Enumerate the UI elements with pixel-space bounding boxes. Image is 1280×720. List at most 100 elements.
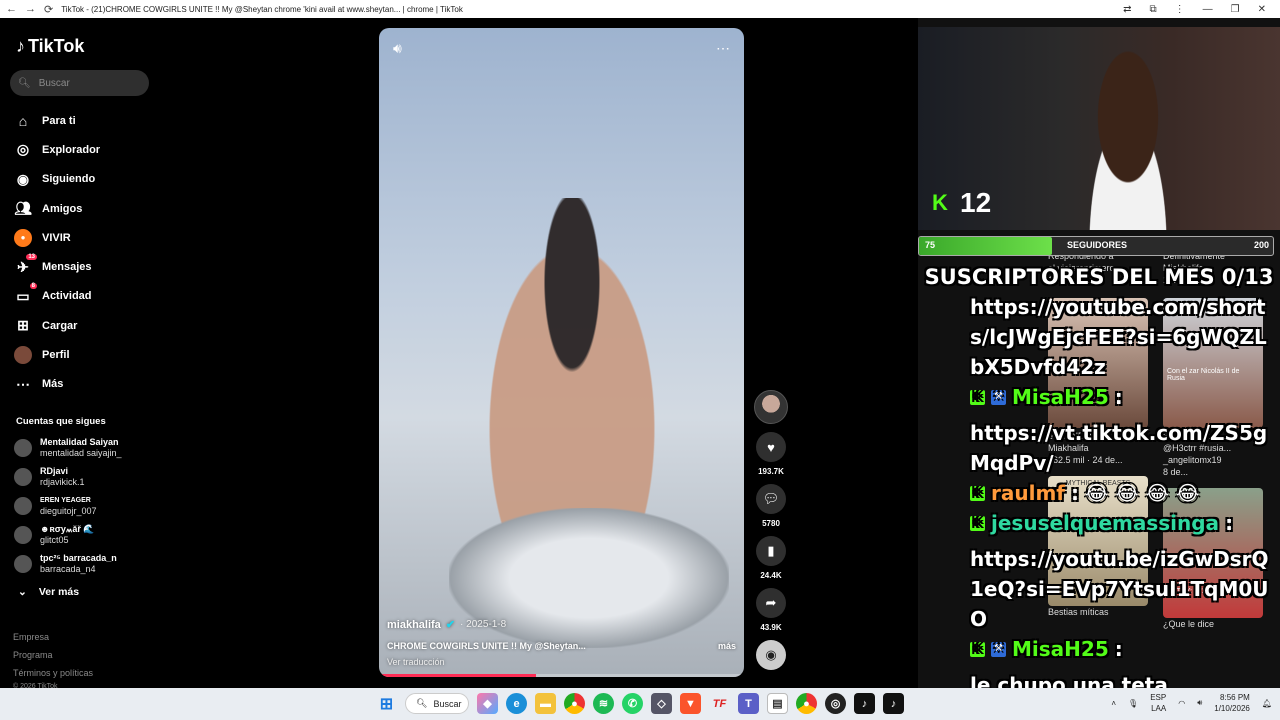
search-icon: 🔍︎ [416, 698, 428, 708]
video-progress-fill [379, 674, 536, 677]
kick-count: 12 [960, 187, 992, 218]
volume-icon[interactable]: 🔊︎ [1197, 698, 1202, 708]
nav-item-mensajes[interactable]: ✈ 13 Mensajes [14, 252, 100, 281]
notifications-icon[interactable]: 🔔︎ [1262, 699, 1272, 708]
microphone-icon[interactable]: 🎙︎ [1128, 699, 1138, 708]
clock[interactable]: 8:56 PM 1/10/2026 [1214, 692, 1250, 714]
translate-icon[interactable]: ⇄ [1123, 4, 1131, 15]
nav-list: ⌂ Para ti ◎ Explorador ◉ Siguiendo 👥︎ Amigos… [14, 106, 100, 399]
volume-icon[interactable]: 🔊︎ [393, 40, 402, 57]
chat-message: K jesuselquemassinga: https://youtu.be/i… [918, 508, 1280, 634]
taskbar-search[interactable]: 🔍︎ Buscar [405, 693, 469, 714]
language-indicator[interactable]: ESP LAA [1150, 692, 1166, 714]
translate-link[interactable]: Ver traducción [387, 657, 736, 667]
nav-item-para-ti[interactable]: ⌂ Para ti [14, 106, 100, 135]
minimize-icon[interactable]: — [1203, 4, 1213, 15]
document-icon[interactable]: ▤ [767, 693, 788, 714]
follower-goal-bar: 75 SEGUIDORES 200 [918, 236, 1274, 256]
wifi-icon[interactable]: ◠ [1178, 699, 1185, 708]
chat-message: K ⚒ MisaH25: https://vt.tiktok.com/ZS5gM… [918, 382, 1280, 478]
nav-item-siguiendo[interactable]: ◉ Siguiendo [14, 165, 100, 194]
search-input[interactable]: 🔍︎ Buscar [10, 70, 149, 96]
chevron-up-icon[interactable]: ˄ [1111, 699, 1116, 708]
footer-link[interactable]: Términos y políticas [13, 664, 93, 682]
wrench-badge-icon: ⚒ [991, 641, 1006, 657]
restore-icon[interactable]: ❐ [1231, 4, 1240, 15]
following-account[interactable]: ☻ʀσу៳ăř 🌊 glitct05 [14, 520, 122, 549]
copilot-icon[interactable]: ◆ [477, 693, 498, 714]
tiktok-active-icon[interactable]: ♪ [883, 693, 904, 714]
nav-item-perfil[interactable]: Perfil [14, 340, 100, 369]
following-account[interactable]: EREN YEAGER dieguitojr_007 [14, 491, 122, 520]
video-author[interactable]: miakhalifa [387, 619, 441, 631]
creator-avatar[interactable] [752, 390, 790, 424]
sidebar: ♪ TikTok 🔍︎ Buscar ⌂ Para ti ◎ Explorador … [0, 18, 160, 690]
search-placeholder: Buscar [38, 77, 70, 89]
share-button[interactable]: ➦ 43.9K [752, 588, 790, 632]
comment-button[interactable]: 💬︎ 5780 [752, 484, 790, 528]
extensions-icon[interactable]: ⧉ [1150, 4, 1157, 15]
nav-item-explorador[interactable]: ◎ Explorador [14, 135, 100, 164]
chat-user: MisaH25 [1012, 637, 1109, 661]
windows-start-icon[interactable]: ⊞ [376, 693, 397, 714]
following-header: Cuentas que sigues [16, 416, 106, 427]
browser-nav: ← → ⟳ [0, 3, 53, 16]
activity-badge: 8 [29, 283, 37, 290]
following-account[interactable]: Mentalidad Saiyan mentalidad saiyajin_ [14, 433, 122, 462]
video-actions: ♥ 193.7K 💬︎ 5780 ▮ 24.4K ➦ 43.9K ◉ [752, 390, 790, 678]
tiktok-logo[interactable]: ♪ TikTok [16, 36, 84, 57]
chat-user: jesuselquemassinga [991, 511, 1220, 535]
avatar [14, 554, 32, 573]
music-disc[interactable]: ◉ [752, 640, 790, 670]
nav-item-mas[interactable]: ⋯ Más [14, 370, 100, 399]
save-count: 24.4K [760, 571, 782, 580]
following-account[interactable]: RDjavi rdjavikick.1 [14, 462, 122, 491]
close-icon[interactable]: ✕ [1258, 4, 1266, 15]
nav-item-amigos[interactable]: 👥︎ Amigos [14, 194, 100, 223]
spotify-icon[interactable]: ≋ [593, 693, 614, 714]
like-button[interactable]: ♥ 193.7K [752, 432, 790, 476]
save-button[interactable]: ▮ 24.4K [752, 536, 790, 580]
nav-item-vivir[interactable]: ● VIVIR [14, 223, 100, 252]
teams-icon[interactable]: T [738, 693, 759, 714]
chrome-icon[interactable]: ● [564, 693, 585, 714]
goal-max: 200 [1253, 240, 1269, 250]
menu-icon[interactable]: ⋮ [1175, 4, 1185, 15]
video-player[interactable]: 🔊︎ ⋯ miakhalifa ✔ · 2025-1-8 CHROME COWG… [379, 28, 744, 677]
tf-app-icon[interactable]: TF [709, 693, 730, 714]
caption-more-button[interactable]: más [718, 641, 736, 651]
forward-icon[interactable]: → [25, 3, 36, 16]
following-account[interactable]: tpc²⁵ barracada_n barracada_n4 [14, 549, 122, 578]
more-icon: ⋯ [16, 375, 30, 392]
comment-count: 5780 [762, 519, 780, 528]
reload-icon[interactable]: ⟳ [44, 3, 53, 16]
nav-item-actividad[interactable]: ▭ 8 Actividad [14, 282, 100, 311]
tiktok-app-icon[interactable]: ♪ [854, 693, 875, 714]
back-icon[interactable]: ← [6, 3, 17, 16]
live-icon: ● [14, 228, 32, 247]
whatsapp-icon[interactable]: ✆ [622, 693, 643, 714]
following-icon: ◉ [16, 170, 30, 187]
video-progress[interactable] [379, 674, 744, 677]
messages-badge: 13 [26, 254, 37, 261]
brave-icon[interactable]: ▼ [680, 693, 701, 714]
streamer-webcam: K 12 [918, 27, 1280, 230]
avatar [14, 438, 32, 457]
chat-text: https://youtu.be/izGwDsrQ1eQ?si=EVp7Ytsu… [970, 547, 1269, 631]
kick-badge-icon: K [970, 485, 985, 501]
chrome-profile-icon[interactable]: ● [796, 693, 817, 714]
network-app-icon[interactable]: ◇ [651, 693, 672, 714]
footer-link[interactable]: Empresa [13, 628, 93, 646]
following-list: Mentalidad Saiyan mentalidad saiyajin_ RD… [14, 433, 122, 578]
see-more-button[interactable]: ⌄ Ver más [18, 586, 79, 598]
heart-icon: ♥ [756, 432, 786, 462]
folder-icon[interactable]: ▬ [535, 693, 556, 714]
edge-icon[interactable]: e [506, 693, 527, 714]
nav-item-cargar[interactable]: ⊞ Cargar [14, 311, 100, 340]
avatar [14, 525, 32, 544]
more-options-icon[interactable]: ⋯ [716, 40, 730, 57]
footer-link[interactable]: Programa [13, 646, 93, 664]
window-title: TikTok - (21)CHROME COWGIRLS UNITE !! My… [61, 4, 463, 14]
obs-icon[interactable]: ◎ [825, 693, 846, 714]
chat-text: 😂 😂 😂 😂 [1085, 481, 1200, 505]
